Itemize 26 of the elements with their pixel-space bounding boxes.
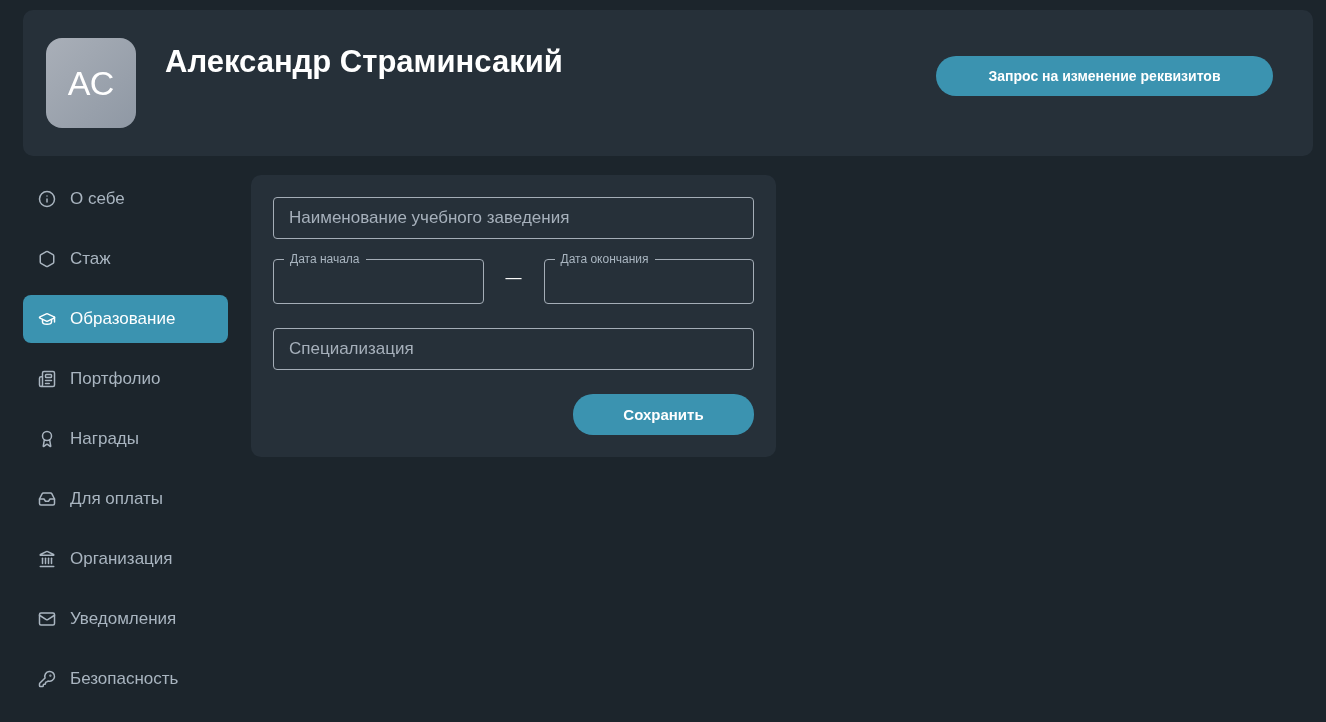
- sidebar-item[interactable]: Для оплаты: [23, 475, 228, 523]
- sidebar-item[interactable]: Образование: [23, 295, 228, 343]
- save-button[interactable]: Сохранить: [573, 394, 754, 435]
- sidebar-item[interactable]: Организация: [23, 535, 228, 583]
- user-name: Александр Страминсакий: [165, 44, 564, 80]
- sidebar-item[interactable]: Уведомления: [23, 595, 228, 643]
- info-icon: [38, 190, 56, 208]
- end-date-field[interactable]: Дата окончания: [543, 252, 754, 304]
- graduation-cap-icon: [38, 310, 56, 328]
- mail-icon: [38, 610, 56, 628]
- inbox-icon: [38, 490, 56, 508]
- sidebar-item[interactable]: Награды: [23, 415, 228, 463]
- avatar: АС: [46, 38, 136, 128]
- sidebar-item[interactable]: Портфолио: [23, 355, 228, 403]
- sidebar-item[interactable]: О себе: [23, 175, 228, 223]
- sidebar-item[interactable]: Стаж: [23, 235, 228, 283]
- date-separator: —: [505, 269, 522, 287]
- hexagon-icon: [38, 250, 56, 268]
- bank-icon: [38, 550, 56, 568]
- start-date-field[interactable]: Дата начала: [273, 252, 484, 304]
- key-icon: [38, 670, 56, 688]
- specialization-field[interactable]: Специализация: [273, 328, 754, 370]
- request-change-button[interactable]: Запрос на изменение реквизитов: [936, 56, 1273, 96]
- sidebar-item[interactable]: Безопасность: [23, 655, 228, 703]
- newspaper-icon: [38, 370, 56, 388]
- institution-field[interactable]: Наименование учебного заведения: [273, 197, 754, 239]
